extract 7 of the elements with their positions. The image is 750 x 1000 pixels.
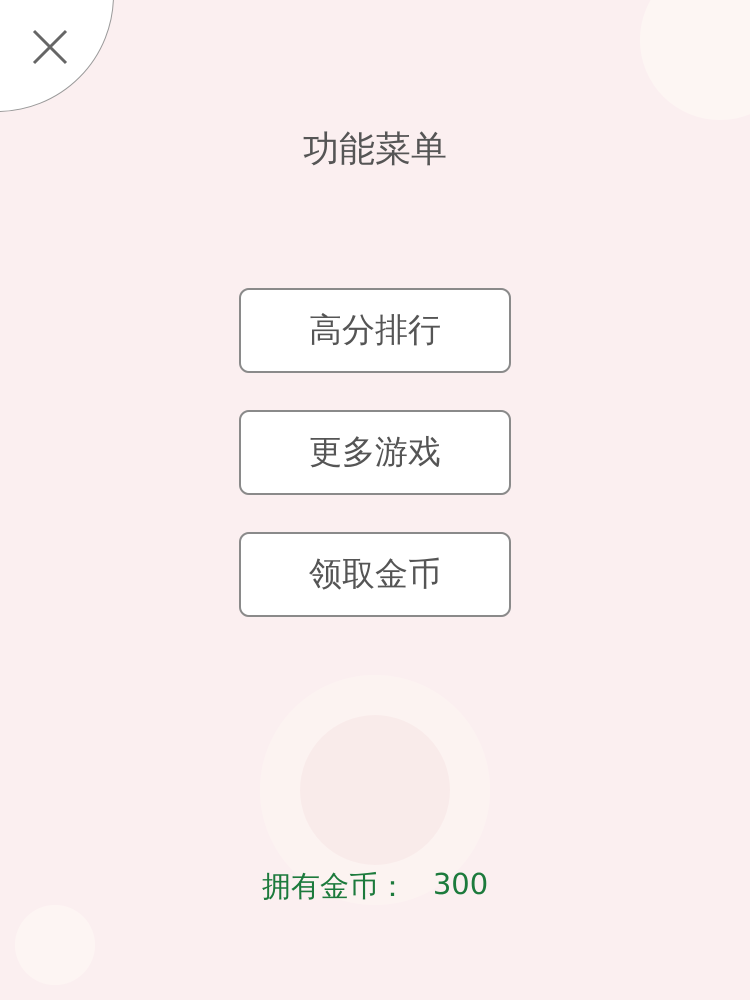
coins-value: 300 <box>432 867 488 903</box>
menu-button[interactable]: 高分排行 <box>239 288 511 373</box>
close-icon <box>32 29 68 65</box>
menu-button[interactable]: 更多游戏 <box>239 410 511 495</box>
coins-label: 拥有金币： <box>262 868 407 905</box>
menu-title: 功能菜单 <box>303 128 447 172</box>
menu-button[interactable]: 领取金币 <box>239 532 511 617</box>
